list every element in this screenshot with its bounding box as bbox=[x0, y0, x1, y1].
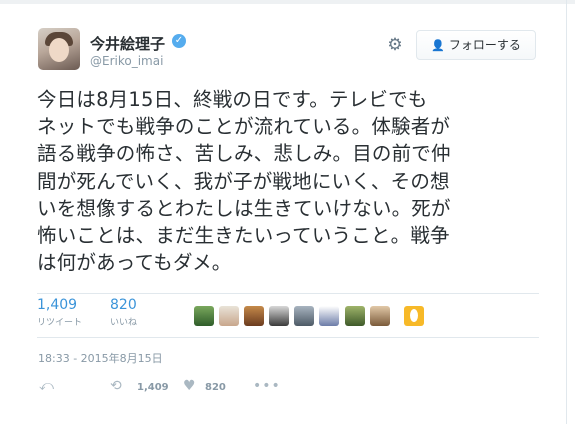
retweet-count: 1,409 bbox=[37, 297, 78, 313]
liker-avatar[interactable] bbox=[219, 306, 239, 326]
tweet-line: 怖いことは、まだ生きたいっていうこと。戦争 bbox=[37, 224, 450, 248]
liker-avatar[interactable] bbox=[294, 306, 314, 326]
retweet-icon[interactable]: ⟲ bbox=[110, 378, 122, 394]
retweet-label: リツイート bbox=[37, 318, 83, 328]
egg-shape bbox=[410, 309, 418, 322]
verified-icon: ✓ bbox=[172, 34, 186, 48]
divider bbox=[37, 293, 539, 294]
tweet-timestamp[interactable]: 18:33 - 2015年8月15日 bbox=[38, 350, 163, 366]
more-icon[interactable]: ••• bbox=[253, 378, 281, 394]
retweet-action-count: 1,409 bbox=[137, 382, 169, 393]
display-name[interactable]: 今井絵理子 bbox=[90, 33, 165, 54]
avatar-face bbox=[49, 38, 69, 62]
reply-icon[interactable]: ⤺ bbox=[39, 378, 54, 394]
tweet-line: ネットでも戦争のことが流れている。体験者が bbox=[37, 115, 451, 139]
heart-icon[interactable]: ♥ bbox=[183, 378, 196, 394]
tweet-line: は何があってもダメ。 bbox=[37, 251, 232, 275]
liker-avatar[interactable] bbox=[404, 306, 424, 326]
liker-avatar[interactable] bbox=[269, 306, 289, 326]
liker-avatar[interactable] bbox=[345, 306, 365, 326]
retweet-stat[interactable]: 1,409 リツイート bbox=[37, 297, 82, 328]
add-user-icon: 👤 bbox=[431, 39, 445, 52]
top-strip bbox=[0, 0, 575, 4]
right-border bbox=[566, 0, 567, 424]
like-label: いいね bbox=[110, 318, 138, 328]
tweet-line: 語る戦争の怖さ、苦しみ、悲しみ。目の前で仲 bbox=[37, 142, 451, 166]
liker-avatar[interactable] bbox=[370, 306, 390, 326]
tweet-line: 今日は8月15日、終戦の日です。テレビでも bbox=[37, 88, 428, 111]
divider bbox=[37, 337, 539, 338]
follow-button[interactable]: 👤 フォローする bbox=[416, 30, 536, 60]
user-handle[interactable]: @Eriko_imai bbox=[90, 54, 163, 68]
gear-icon[interactable]: ⚙ bbox=[386, 36, 404, 54]
tweet-line: いを想像するとわたしは生きていけない。死が bbox=[37, 196, 451, 220]
follow-label: フォローする bbox=[448, 38, 521, 52]
tweet-line: 間が死んでいく、我が子が戦地にいく、その想 bbox=[37, 169, 450, 193]
avatar[interactable] bbox=[38, 28, 80, 70]
liker-avatar[interactable] bbox=[319, 306, 339, 326]
like-stat[interactable]: 820 いいね bbox=[110, 297, 137, 328]
tweet-text: 今日は8月15日、終戦の日です。テレビでも ネットでも戦争のことが流れている。体… bbox=[37, 86, 551, 276]
liker-avatar[interactable] bbox=[244, 306, 264, 326]
like-action-count: 820 bbox=[205, 382, 226, 393]
liker-avatar[interactable] bbox=[194, 306, 214, 326]
like-count: 820 bbox=[110, 297, 137, 313]
